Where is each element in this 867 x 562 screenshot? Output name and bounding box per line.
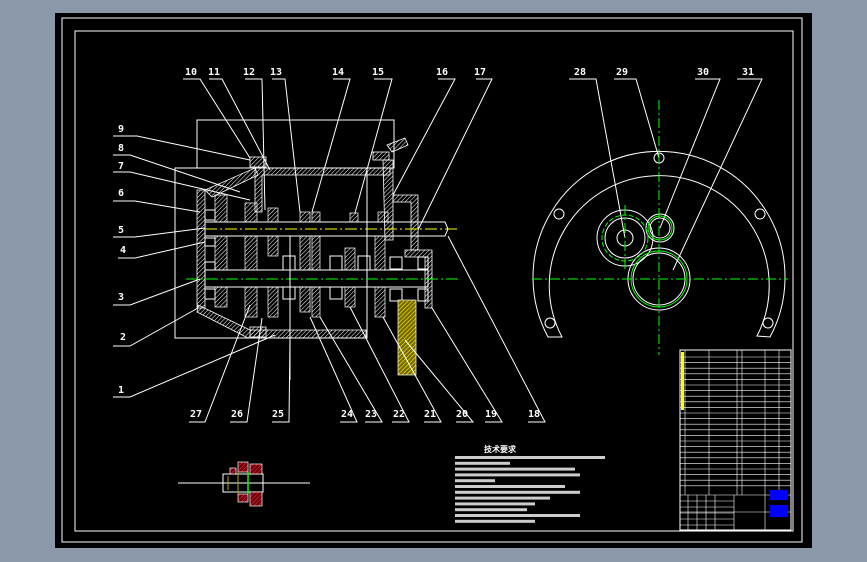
- leader-lines: [113, 78, 763, 423]
- label-19: 19: [485, 409, 497, 420]
- label-16: 16: [436, 67, 448, 78]
- technical-requirements: 技术要求: [455, 444, 605, 523]
- requirement-line: [455, 519, 535, 523]
- label-17: 17: [474, 67, 486, 78]
- detail-view: [178, 461, 310, 507]
- requirement-line: [455, 456, 605, 459]
- label-21: 21: [424, 409, 436, 420]
- label-28: 28: [574, 67, 586, 78]
- label-10: 10: [185, 67, 197, 78]
- label-25: 25: [272, 409, 284, 420]
- label-15: 15: [372, 67, 384, 78]
- requirements-title: 技术要求: [484, 444, 517, 454]
- requirement-line: [455, 508, 527, 512]
- label-26: 26: [231, 409, 243, 420]
- requirement-line: [455, 467, 575, 471]
- label-27: 27: [190, 409, 202, 420]
- label-20: 20: [456, 409, 468, 420]
- label-7: 7: [118, 161, 124, 172]
- output-key-shaft: [397, 299, 417, 376]
- label-22: 22: [393, 409, 405, 420]
- label-14: 14: [332, 67, 344, 78]
- label-5: 5: [118, 225, 124, 236]
- label-6: 6: [118, 188, 124, 199]
- cone-bottom: [196, 304, 367, 339]
- label-1: 1: [118, 385, 124, 396]
- cad-drawing: 9 8 7 6 5 4 3 2 1 10 11 12 13 14 15 16 1…: [61, 17, 803, 543]
- requirement-line: [455, 490, 580, 494]
- label-4: 4: [120, 245, 126, 256]
- requirement-line: [455, 473, 580, 477]
- requirement-line: [455, 502, 535, 506]
- requirement-line: [455, 514, 580, 517]
- gearbox-section-view: [174, 119, 460, 380]
- label-18: 18: [528, 409, 540, 420]
- label-9: 9: [118, 124, 124, 135]
- label-31: 31: [742, 67, 754, 78]
- requirement-line: [455, 496, 550, 500]
- label-3: 3: [118, 292, 124, 303]
- housing-right-wall: [382, 159, 394, 241]
- label-8: 8: [118, 143, 124, 154]
- label-24: 24: [341, 409, 353, 420]
- yellow-markers: [681, 352, 684, 410]
- requirement-line: [455, 479, 495, 483]
- label-23: 23: [365, 409, 377, 420]
- requirement-line: [455, 485, 565, 488]
- requirement-line: [455, 461, 510, 465]
- blue-title-cell: [770, 505, 788, 517]
- label-2: 2: [120, 332, 126, 343]
- left-end-cover: [196, 189, 206, 309]
- title-block: [679, 349, 792, 531]
- label-29: 29: [616, 67, 628, 78]
- label-30: 30: [697, 67, 709, 78]
- label-13: 13: [270, 67, 282, 78]
- label-12: 12: [243, 67, 255, 78]
- label-11: 11: [208, 67, 220, 78]
